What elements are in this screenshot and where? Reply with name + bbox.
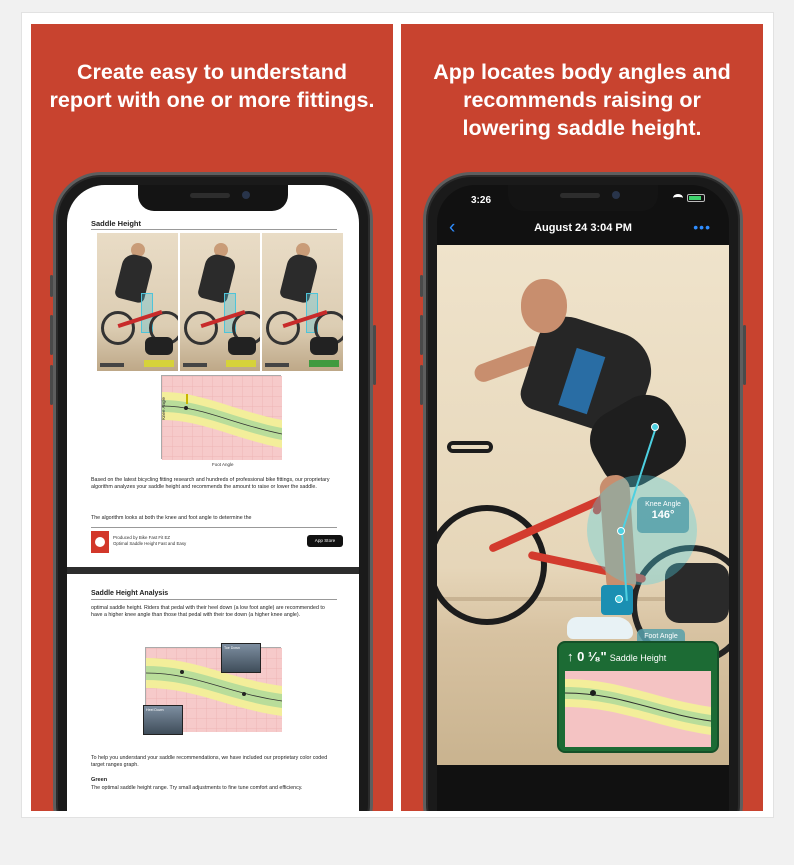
range-heading: Green (91, 777, 108, 783)
fitting-photo-main[interactable]: Knee Angle 146° Foot Angle 6° ↑ 0 ¹⁄₈"Sa… (437, 245, 729, 765)
report-footer: Produced by Bike Fast Fit EZ Optimal Sad… (113, 535, 186, 547)
chart-x-label: Foot Angle (212, 462, 234, 467)
target-range-graph: Knee Angle Foot Angle (161, 375, 282, 467)
app-logo-icon (91, 531, 109, 553)
navigation-bar: ‹ August 24 3:04 PM ••• (437, 215, 729, 243)
phone-side-button (420, 275, 423, 297)
ankle-joint-marker[interactable] (615, 595, 623, 603)
report-paragraph: To help you understand your saddle recom… (91, 755, 328, 769)
bike-handlebar (447, 441, 493, 453)
report-paragraph: The algorithm looks at both the knee and… (91, 515, 252, 521)
fitting-photo[interactable] (179, 233, 261, 371)
phone-frame: Saddle Height Knee Angle Foot Angle Base… (50, 172, 376, 811)
phone-side-button (743, 325, 746, 385)
phone-side-button (420, 315, 423, 355)
report-section-title: Saddle Height (91, 219, 142, 228)
wifi-icon (673, 194, 683, 202)
saddle-height-card[interactable]: ↑ 0 ¹⁄₈" Saddle Height (557, 641, 719, 753)
phone-side-button (50, 275, 53, 297)
report-screen[interactable]: Saddle Height Knee Angle Foot Angle Base… (67, 185, 359, 811)
app-store-badge[interactable]: App Store (307, 535, 343, 547)
report-paragraph: optimal saddle height. Riders that pedal… (91, 605, 325, 619)
phone-side-button (50, 315, 53, 355)
phone-side-button (50, 365, 53, 405)
knee-angle-badge: Knee Angle 146° (637, 497, 689, 533)
phone-notch (138, 185, 288, 211)
report-paragraph: The optimal saddle height range. Try sma… (91, 785, 303, 791)
phone-side-button (420, 365, 423, 405)
saddle-adjust-value: ↑ 0 ¹⁄₈" (567, 649, 607, 664)
panel-caption: App locates body angles and recommends r… (433, 60, 731, 140)
knee-joint-marker[interactable] (617, 527, 625, 535)
promo-panel-analysis: App locates body angles and recommends r… (401, 24, 763, 811)
battery-icon (687, 194, 705, 202)
divider (91, 527, 337, 528)
phone-side-button (373, 325, 376, 385)
footer-line: Optimal Saddle Height Fast and Easy (113, 541, 187, 546)
inset-label: Heel Down (146, 708, 164, 712)
knee-angle-label: Knee Angle (645, 501, 681, 508)
bike-wheel (437, 505, 547, 625)
foot-angle-label: Foot Angle (644, 633, 678, 640)
hip-joint-marker[interactable] (651, 423, 659, 431)
divider (91, 229, 337, 230)
inset-photo: Heel Down (143, 705, 183, 735)
report-section-title: Saddle Height Analysis (91, 590, 169, 597)
analysis-screen[interactable]: 3:26 ‹ August 24 3:04 PM ••• Knee Angle … (437, 185, 729, 811)
fitting-photo[interactable] (97, 233, 178, 371)
chart-y-label: Knee Angle (161, 396, 167, 421)
status-time: 3:26 (471, 195, 492, 206)
page-separator (67, 567, 359, 574)
rider-head (521, 279, 567, 333)
saddle-range-graph (565, 671, 711, 747)
fitting-photos (97, 233, 344, 371)
inset-photo: Toe Down (221, 643, 261, 673)
fitting-photo[interactable] (262, 233, 344, 371)
more-options-icon[interactable]: ••• (693, 219, 711, 235)
divider (91, 599, 337, 600)
knee-angle-value: 146° (651, 509, 675, 521)
panel-caption: Create easy to understand report with on… (49, 60, 375, 112)
fitting-date-title: August 24 3:04 PM (534, 222, 632, 234)
phone-frame: 3:26 ‹ August 24 3:04 PM ••• Knee Angle … (420, 172, 746, 811)
report-paragraph: Based on the latest bicycling fitting re… (91, 477, 330, 491)
inset-label: Toe Down (224, 646, 240, 650)
phone-notch (508, 185, 658, 211)
promo-panel-report: Create easy to understand report with on… (31, 24, 393, 811)
saddle-height-label: Saddle Height (609, 653, 667, 663)
